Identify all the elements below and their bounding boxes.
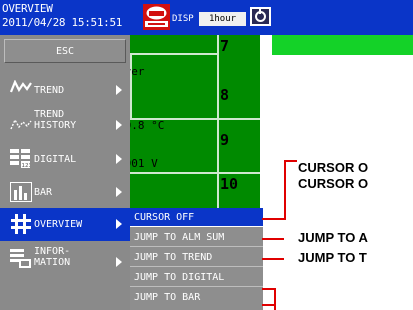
submenu-jump-to-trend[interactable]: JUMP TO TREND [130, 248, 263, 267]
menu-item-trend[interactable]: TREND [0, 74, 130, 106]
callout-line [284, 160, 297, 162]
callout-line [262, 238, 284, 240]
callout-label: CURSOR O [298, 176, 369, 191]
menu-item-bar[interactable]: BAR [0, 175, 130, 209]
callout-line [262, 258, 284, 260]
trend-history-icon [10, 118, 32, 130]
digital-icon: 123 [10, 149, 30, 168]
overview-submenu: CURSOR OFF JUMP TO ALM SUM JUMP TO TREND… [130, 208, 263, 310]
callout-label: JUMP TO A [298, 230, 368, 245]
bar-chart-icon [10, 182, 32, 202]
channel-number: 10 [220, 175, 239, 193]
screen-title: OVERVIEW [2, 2, 53, 15]
menu-item-information[interactable]: INFOR- MATION [0, 242, 130, 278]
date-time: 2011/04/28 15:51:51 [2, 16, 123, 29]
channel-number: 8 [220, 86, 230, 104]
hash-icon [11, 214, 31, 234]
callout-label: CURSOR O [298, 160, 369, 175]
submenu-cursor-off[interactable]: CURSOR OFF [130, 208, 263, 227]
side-menu: ESC TREND TREND HISTORY 123 DIGITAL [0, 35, 130, 310]
submenu-jump-to-bar[interactable]: JUMP TO BAR [130, 288, 263, 307]
esc-button[interactable]: ESC [4, 39, 126, 63]
disp-label: DISP [172, 14, 194, 24]
menu-item-trend-history[interactable]: TREND HISTORY [0, 106, 130, 142]
callout-line [274, 288, 276, 310]
power-icon[interactable] [250, 7, 271, 26]
callout-line [262, 304, 276, 306]
channel-number: 9 [220, 131, 230, 149]
information-icon [10, 249, 31, 268]
channel-number: 7 [220, 37, 230, 55]
callout-line [262, 218, 286, 220]
callout-label: JUMP TO T [298, 250, 367, 265]
interval-display[interactable]: 1hour [199, 12, 246, 26]
menu-item-digital[interactable]: 123 DIGITAL [0, 143, 130, 175]
submenu-jump-to-alm-sum[interactable]: JUMP TO ALM SUM [130, 228, 263, 247]
menu-item-overview[interactable]: OVERVIEW [0, 208, 130, 241]
stop-icon [143, 4, 170, 30]
svg-text:123: 123 [22, 163, 31, 168]
trend-icon [10, 80, 32, 93]
status-strip [272, 35, 413, 55]
callout-line [284, 160, 286, 220]
submenu-jump-to-digital[interactable]: JUMP TO DIGITAL [130, 268, 263, 287]
